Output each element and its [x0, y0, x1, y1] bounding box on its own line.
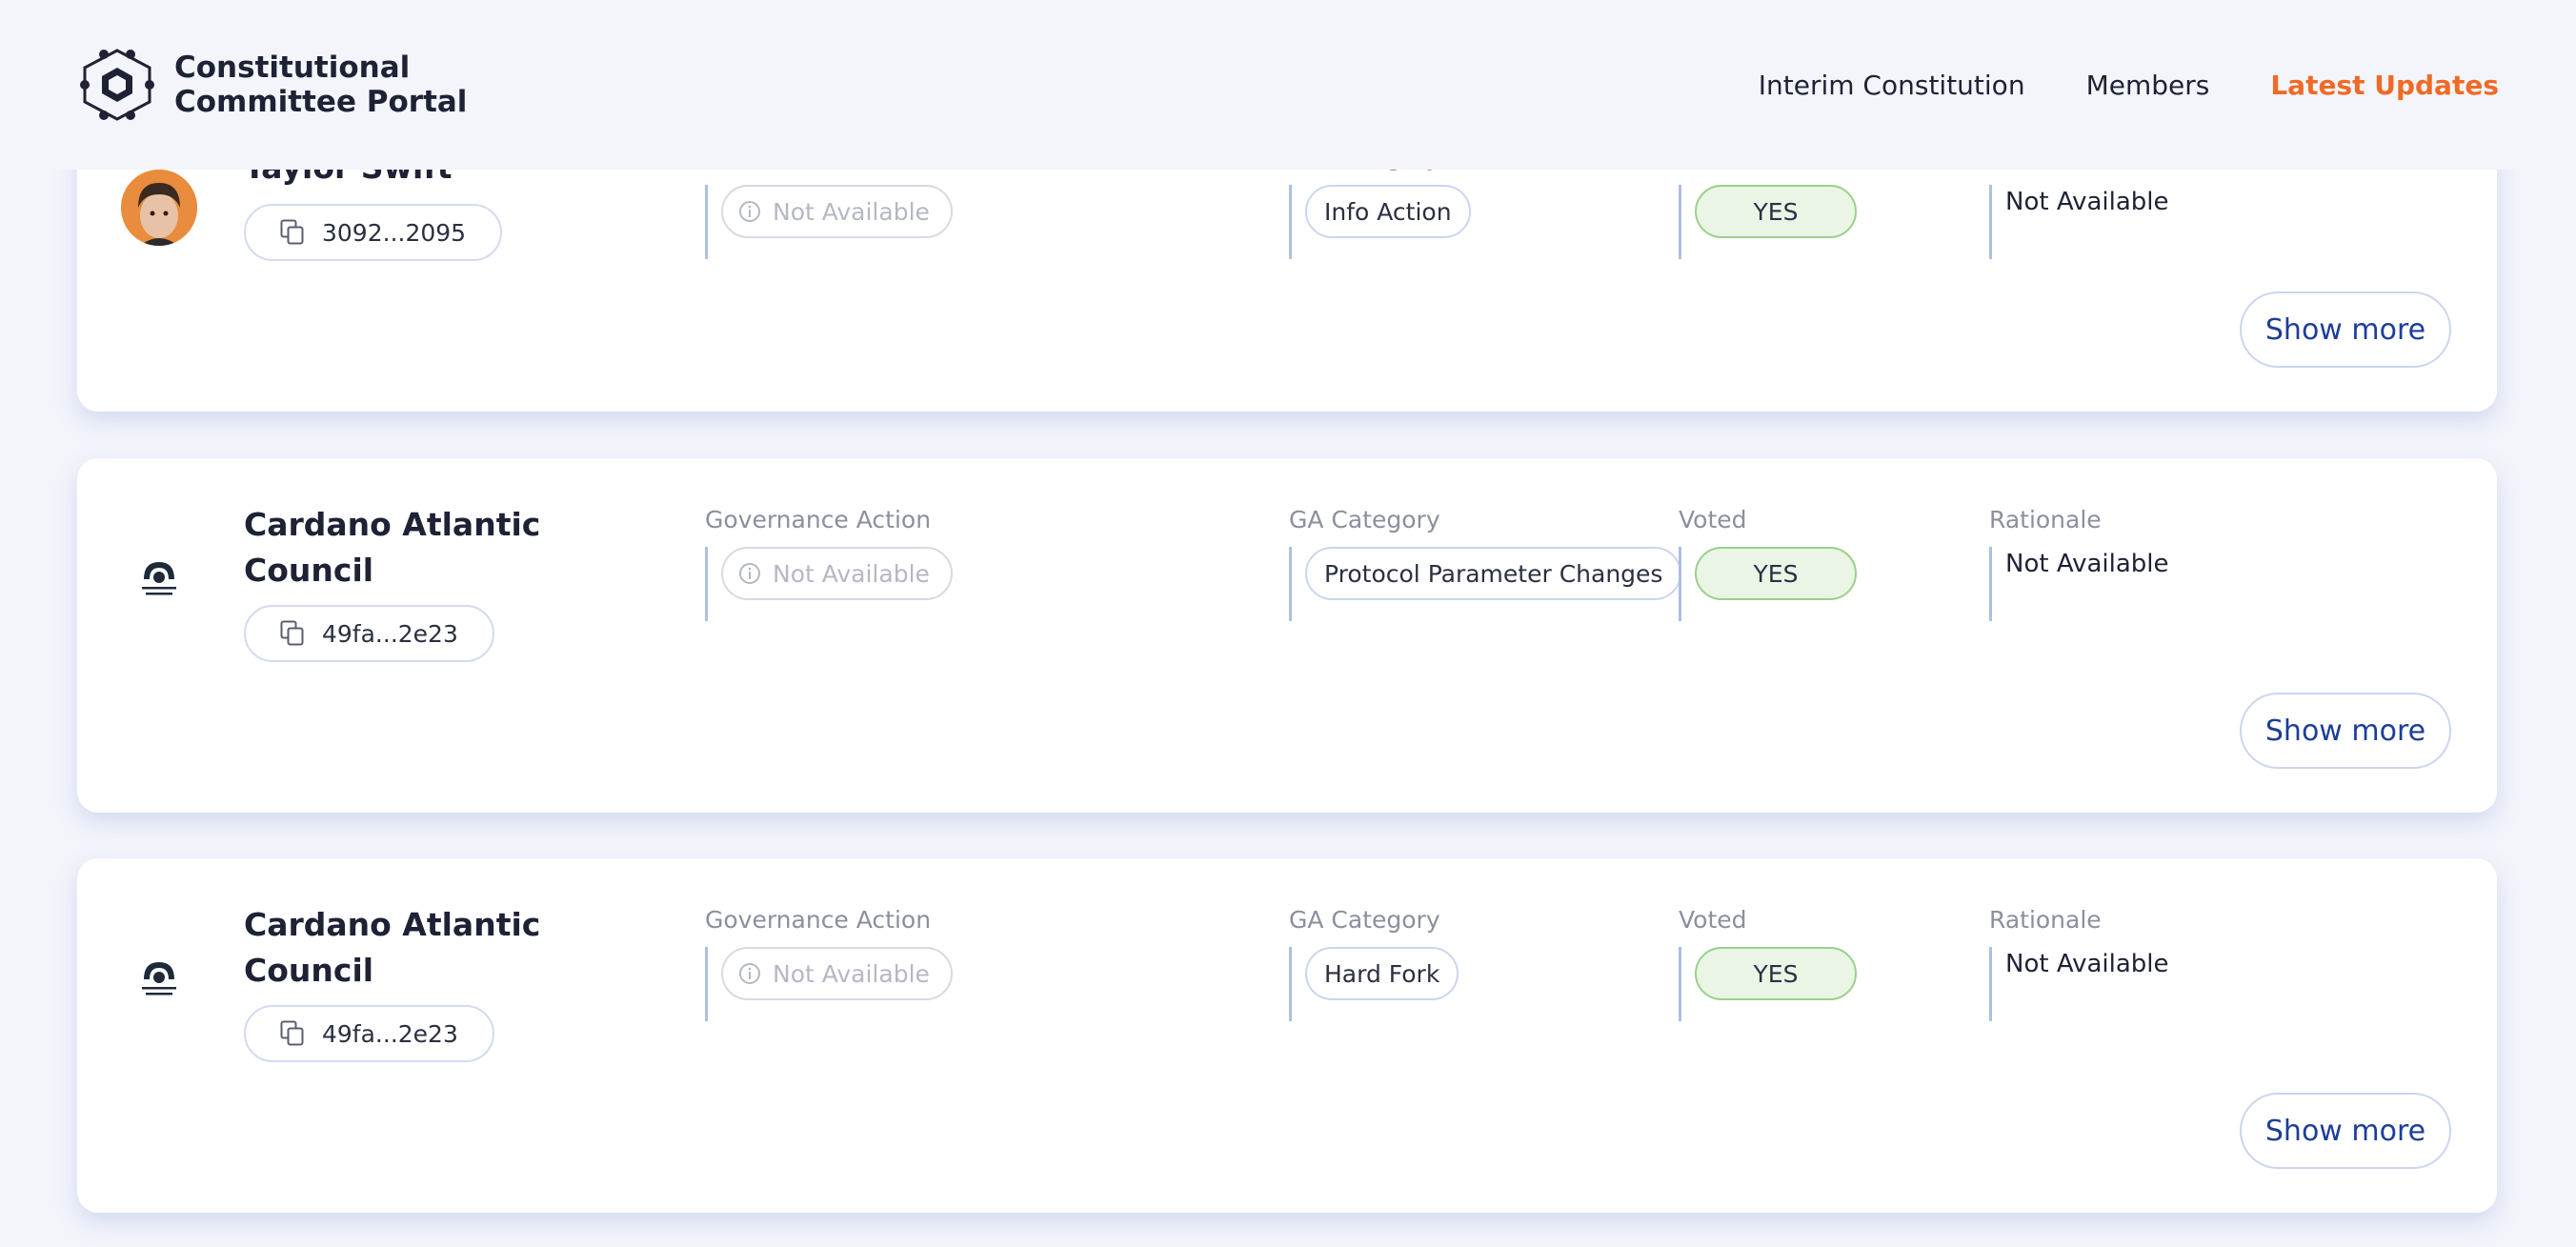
- copy-id-button[interactable]: 3092...2095: [244, 204, 503, 261]
- copy-icon: [280, 1020, 304, 1046]
- ga-category-pill: Info Action: [1305, 185, 1471, 238]
- governance-action-column: Governance Action Not Available: [705, 505, 953, 621]
- avatar: [121, 539, 197, 615]
- voted-column: Voted YES: [1679, 505, 1857, 621]
- vote-card: Cardano Atlantic Council 49fa...2e23 Gov…: [77, 458, 2497, 813]
- avatar: [121, 170, 197, 246]
- vote-badge: YES: [1695, 547, 1857, 600]
- ga-category-pill: Protocol Parameter Changes: [1305, 547, 1682, 600]
- copy-id-button[interactable]: 49fa...2e23: [244, 1005, 494, 1062]
- info-icon: [739, 201, 760, 222]
- rationale-label: Rationale: [1989, 906, 2102, 934]
- copy-icon: [280, 219, 304, 245]
- top-nav-bar: Constitutional Committee Portal Interim …: [0, 0, 2576, 170]
- governance-action-value: Not Available: [773, 559, 930, 588]
- show-more-button[interactable]: Show more: [2240, 693, 2451, 769]
- vote-badge: YES: [1695, 185, 1857, 238]
- voted-column: Voted YES: [1679, 905, 1857, 1021]
- brand[interactable]: Constitutional Committee Portal: [77, 47, 467, 123]
- rationale-value: Not Available: [2005, 950, 2169, 978]
- governance-action-pill: Not Available: [721, 947, 953, 1000]
- hexagon-logo-icon: [80, 49, 154, 121]
- ga-category-pill: Hard Fork: [1305, 947, 1459, 1000]
- ga-category-column: GA Category Protocol Parameter Changes: [1289, 505, 1682, 621]
- copy-id-button[interactable]: 49fa...2e23: [244, 605, 494, 662]
- page: Constitutional Committee Portal Interim …: [0, 0, 2576, 1247]
- member-id: 3092...2095: [322, 218, 467, 247]
- rationale-column: Rationale Not Available: [1989, 905, 2169, 1021]
- rationale-label: Rationale: [1989, 506, 2102, 533]
- governance-action-label: Governance Action: [705, 906, 932, 934]
- council-logo-icon: [142, 562, 176, 595]
- governance-action-label: Governance Action: [705, 506, 932, 533]
- governance-action-value: Not Available: [773, 197, 930, 226]
- info-icon: [739, 963, 760, 984]
- council-logo-icon: [142, 962, 176, 996]
- ga-category-column: GA Category Hard Fork: [1289, 905, 1459, 1021]
- portal-title-line2: Committee Portal: [174, 85, 468, 119]
- rationale-value: Not Available: [2005, 550, 2169, 578]
- member-name: Cardano Atlantic Council: [244, 906, 541, 989]
- main-nav: Interim Constitution Members Latest Upda…: [1759, 70, 2499, 101]
- person-photo-icon: [121, 170, 197, 246]
- portal-title-line1: Constitutional: [174, 50, 411, 85]
- member-id: 49fa...2e23: [322, 1019, 458, 1048]
- nav-latest-updates[interactable]: Latest Updates: [2270, 70, 2499, 101]
- rationale-value: Not Available: [2005, 188, 2169, 216]
- avatar: [121, 939, 197, 1016]
- member-name: Cardano Atlantic Council: [244, 506, 541, 589]
- portal-title: Constitutional Committee Portal: [174, 50, 467, 119]
- show-more-button[interactable]: Show more: [2240, 292, 2451, 368]
- member-id: 49fa...2e23: [322, 619, 458, 648]
- governance-action-value: Not Available: [773, 959, 930, 988]
- info-icon: [739, 563, 760, 584]
- vote-card: Cardano Atlantic Council 49fa...2e23 Gov…: [77, 858, 2497, 1213]
- rationale-column: Rationale Not Available: [1989, 505, 2169, 621]
- ga-category-label: GA Category: [1289, 506, 1440, 533]
- nav-members[interactable]: Members: [2086, 70, 2210, 101]
- ga-category-label: GA Category: [1289, 906, 1440, 934]
- vote-badge: YES: [1695, 947, 1857, 1000]
- governance-action-column: Governance Action Not Available: [705, 905, 953, 1021]
- governance-action-pill: Not Available: [721, 185, 953, 238]
- voted-label: Voted: [1679, 506, 1747, 533]
- copy-icon: [280, 620, 304, 646]
- governance-action-pill: Not Available: [721, 547, 953, 600]
- nav-interim-constitution[interactable]: Interim Constitution: [1759, 70, 2025, 101]
- show-more-button[interactable]: Show more: [2240, 1093, 2451, 1169]
- voted-label: Voted: [1679, 906, 1747, 934]
